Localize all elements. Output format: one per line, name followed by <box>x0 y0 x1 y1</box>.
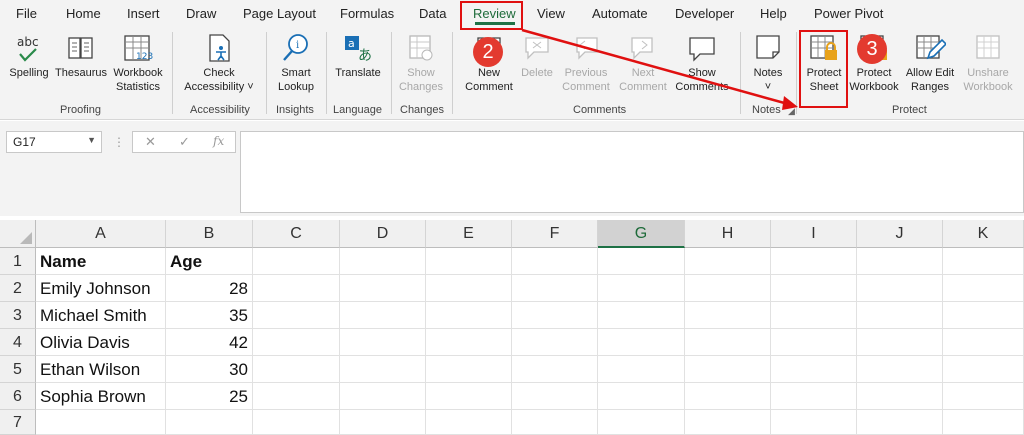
step-3-badge: 3 <box>857 34 887 64</box>
step-2-badge: 2 <box>473 37 503 67</box>
arrow-annotation <box>521 28 798 110</box>
arrow-head <box>782 96 798 110</box>
arrow-line <box>521 28 789 106</box>
